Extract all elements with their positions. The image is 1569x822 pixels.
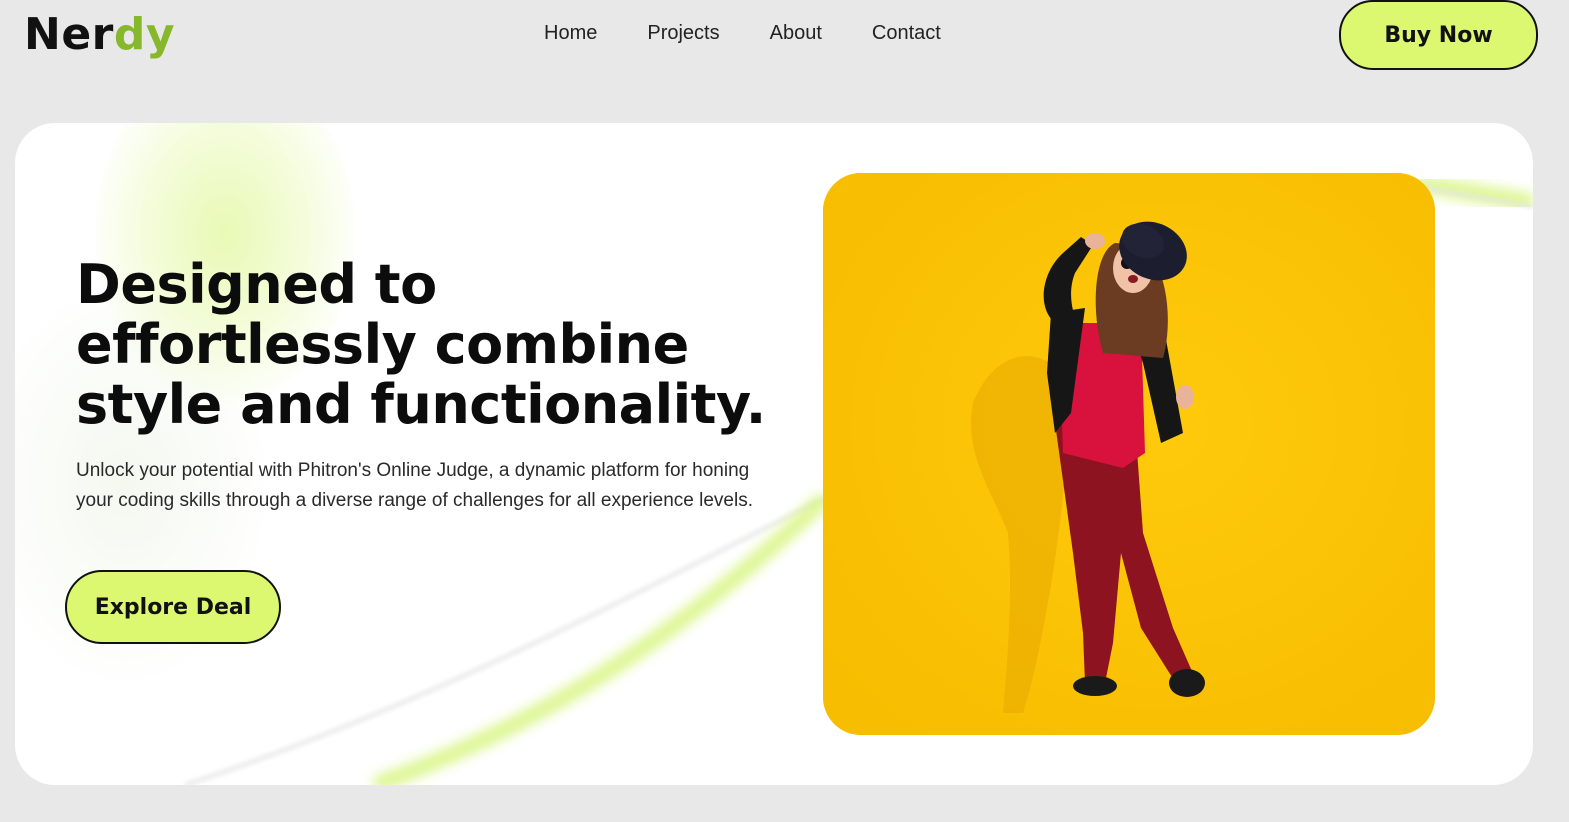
explore-deal-button[interactable]: Explore Deal <box>65 570 281 644</box>
nav-link-home[interactable]: Home <box>544 20 597 46</box>
hero-section: Designed to effortlessly combine style a… <box>15 123 1533 785</box>
hero-description: Unlock your potential with Phitron's Onl… <box>76 460 753 511</box>
nav-link-contact[interactable]: Contact <box>872 20 941 46</box>
hero-headline: Designed to effortlessly combine style a… <box>76 253 766 436</box>
logo-text-accent: dy <box>113 9 176 60</box>
nav-link-projects[interactable]: Projects <box>647 20 719 46</box>
nav-link-about[interactable]: About <box>770 20 822 46</box>
hero-image <box>823 173 1435 735</box>
buy-now-button[interactable]: Buy Now <box>1339 0 1538 70</box>
logo-text-main: Ner <box>24 9 114 60</box>
nav-links: Home Projects About Contact <box>544 20 991 46</box>
navbar: Nerdy Home Projects About Contact Buy No… <box>0 0 1569 90</box>
hero-image-illustration <box>823 173 1435 735</box>
logo[interactable]: Nerdy <box>24 8 175 62</box>
